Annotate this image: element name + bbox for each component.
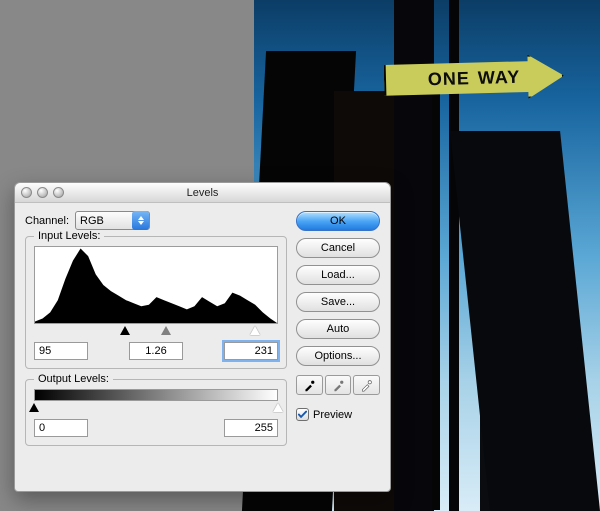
sign-pole bbox=[432, 90, 440, 510]
output-gradient bbox=[34, 389, 278, 401]
levels-dialog: Levels Channel: RGB Input Levels: bbox=[14, 182, 391, 492]
auto-button[interactable]: Auto bbox=[296, 319, 380, 339]
input-white-field[interactable] bbox=[224, 342, 278, 360]
load-button[interactable]: Load... bbox=[296, 265, 380, 285]
sign-text-right: WAY bbox=[478, 66, 521, 88]
output-levels-group: Output Levels: bbox=[25, 379, 287, 446]
output-white-field[interactable] bbox=[224, 419, 278, 437]
output-black-field[interactable] bbox=[34, 419, 88, 437]
black-point-slider[interactable] bbox=[120, 326, 130, 335]
options-button[interactable]: Options... bbox=[296, 346, 380, 366]
output-slider-track[interactable] bbox=[34, 403, 278, 415]
output-black-slider[interactable] bbox=[29, 403, 39, 412]
titlebar[interactable]: Levels bbox=[15, 183, 390, 203]
channel-label: Channel: bbox=[25, 215, 69, 227]
cancel-button[interactable]: Cancel bbox=[296, 238, 380, 258]
dropdown-arrows-icon bbox=[132, 211, 149, 230]
channel-select[interactable]: RGB bbox=[75, 211, 150, 230]
save-button[interactable]: Save... bbox=[296, 292, 380, 312]
white-point-slider[interactable] bbox=[250, 326, 260, 335]
eyedropper-white-icon[interactable] bbox=[353, 375, 380, 395]
eyedropper-group bbox=[296, 375, 380, 395]
zoom-button[interactable] bbox=[53, 187, 64, 198]
ok-button[interactable]: OK bbox=[296, 211, 380, 231]
input-slider-track[interactable] bbox=[34, 326, 278, 338]
input-levels-label: Input Levels: bbox=[34, 230, 104, 242]
output-levels-label: Output Levels: bbox=[34, 373, 113, 385]
sign-text-left: ONE bbox=[428, 68, 471, 90]
input-black-field[interactable] bbox=[34, 342, 88, 360]
eyedropper-black-icon[interactable] bbox=[296, 375, 323, 395]
channel-value: RGB bbox=[80, 215, 104, 227]
output-white-slider[interactable] bbox=[273, 403, 283, 412]
gamma-slider[interactable] bbox=[161, 326, 171, 335]
input-levels-group: Input Levels: bbox=[25, 236, 287, 369]
building bbox=[450, 131, 600, 511]
eyedropper-gray-icon[interactable] bbox=[325, 375, 352, 395]
histogram bbox=[34, 246, 278, 324]
preview-checkbox[interactable] bbox=[296, 408, 309, 421]
input-gamma-field[interactable] bbox=[129, 342, 183, 360]
close-button[interactable] bbox=[21, 187, 32, 198]
dialog-title: Levels bbox=[15, 187, 390, 199]
minimize-button[interactable] bbox=[37, 187, 48, 198]
preview-label: Preview bbox=[313, 409, 352, 421]
